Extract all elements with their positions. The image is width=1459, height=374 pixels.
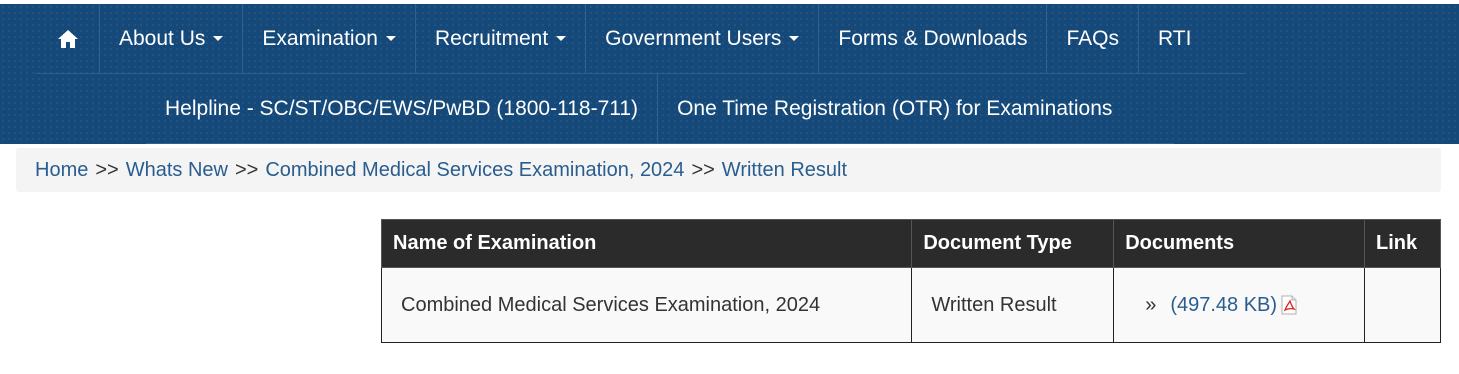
nav-helpline[interactable]: Helpline - SC/ST/OBC/EWS/PwBD (1800-118-…	[146, 74, 659, 143]
document-size: (497.48 KB)	[1170, 293, 1278, 316]
header-documents: Documents	[1113, 219, 1365, 268]
nav-rti-label: RTI	[1157, 26, 1192, 50]
nav-recruitment[interactable]: Recruitment	[416, 4, 587, 73]
nav-recruitment-label: Recruitment	[434, 26, 549, 50]
breadcrumb-written-result[interactable]: Written Result	[722, 159, 847, 182]
nav-government-users[interactable]: Government Users	[586, 4, 820, 73]
breadcrumb-separator: >>	[691, 158, 715, 181]
nav-about-us-label: About Us	[119, 26, 206, 50]
nav-examination[interactable]: Examination	[243, 4, 416, 73]
nav-about-us[interactable]: About Us	[100, 4, 244, 73]
header-document-type: Document Type	[911, 219, 1115, 268]
chevron-down-icon	[213, 36, 224, 41]
table-header-row: Name of Examination Document Type Docume…	[380, 219, 1441, 268]
pdf-icon	[1281, 295, 1297, 315]
nav-otr-label: One Time Registration (OTR) for Examinat…	[677, 96, 1113, 120]
nav-government-users-label: Government Users	[605, 26, 782, 50]
header-link: Link	[1364, 219, 1441, 268]
nav-forms-downloads[interactable]: Forms & Downloads	[819, 4, 1048, 73]
breadcrumb-separator: >>	[234, 158, 259, 181]
nav-helpline-label: Helpline - SC/ST/OBC/EWS/PwBD (1800-118-…	[165, 96, 639, 120]
breadcrumb-separator: >>	[95, 158, 119, 181]
header-name-of-examination: Name of Examination	[380, 219, 913, 268]
breadcrumb-whats-new[interactable]: Whats New	[126, 159, 228, 182]
breadcrumb-exam[interactable]: Combined Medical Services Examination, 2…	[265, 159, 684, 182]
chevron-down-icon	[789, 36, 800, 41]
nav-rti[interactable]: RTI	[1139, 4, 1210, 73]
breadcrumb: Home >> Whats New >> Combined Medical Se…	[16, 148, 1441, 192]
main-navbar: About Us Examination Recruitment Governm…	[0, 4, 1459, 144]
nav-examination-label: Examination	[262, 26, 378, 50]
documents-table: Name of Examination Document Type Docume…	[380, 219, 1441, 343]
nav-faqs-label: FAQs	[1066, 26, 1119, 50]
cell-document-type: Written Result	[911, 267, 1115, 343]
nav-otr[interactable]: One Time Registration (OTR) for Examinat…	[658, 74, 1131, 143]
cell-link	[1364, 267, 1441, 343]
cell-exam-name: Combined Medical Services Examination, 2…	[380, 267, 913, 343]
nav-home[interactable]	[35, 4, 100, 73]
home-icon	[58, 29, 78, 48]
nav-row-primary: About Us Examination Recruitment Governm…	[35, 4, 1245, 74]
breadcrumb-home[interactable]: Home	[35, 159, 88, 182]
nav-forms-downloads-label: Forms & Downloads	[838, 26, 1028, 50]
table-row: Combined Medical Services Examination, 2…	[380, 267, 1441, 343]
bullet: »	[1145, 293, 1157, 316]
chevron-down-icon	[556, 36, 567, 41]
nav-row-secondary: Helpline - SC/ST/OBC/EWS/PwBD (1800-118-…	[146, 74, 1174, 144]
nav-faqs[interactable]: FAQs	[1047, 4, 1139, 73]
chevron-down-icon	[385, 36, 396, 41]
document-download-link[interactable]: (497.48 KB)	[1170, 294, 1297, 316]
cell-documents: » (497.48 KB)	[1113, 267, 1365, 343]
